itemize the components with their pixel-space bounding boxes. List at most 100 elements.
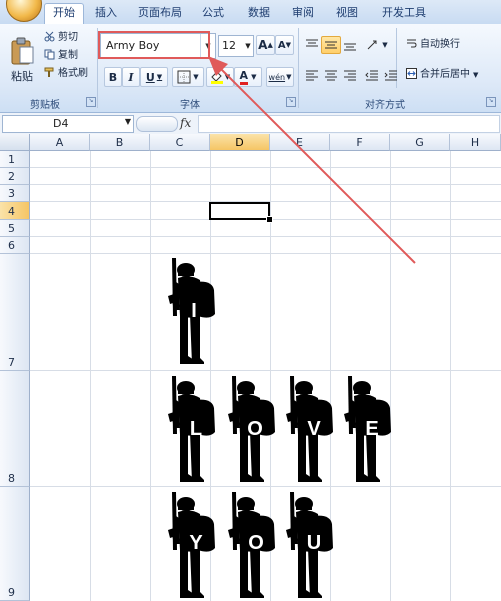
font-name-highlight — [98, 31, 210, 59]
tab-formulas[interactable]: 公式 — [198, 4, 228, 24]
column-header-d[interactable]: D — [210, 134, 270, 151]
art-letter: Y — [189, 532, 203, 554]
column-header-a[interactable]: A — [30, 134, 90, 151]
align-right-button[interactable] — [340, 66, 360, 84]
row-number: 3 — [8, 187, 15, 200]
text-orientation-icon — [367, 40, 377, 50]
row-header-7[interactable]: 7 — [0, 254, 30, 371]
tab-developer[interactable]: 开发工具 — [378, 4, 430, 24]
grow-font-button[interactable]: A ▲ — [256, 35, 275, 55]
name-box-value: D4 — [53, 117, 69, 130]
paint-bucket-icon — [210, 71, 223, 84]
font-color-button[interactable]: A ▼ — [234, 67, 262, 87]
formula-bar-expander[interactable] — [136, 116, 178, 132]
select-all-corner[interactable] — [0, 134, 30, 151]
merge-center-button[interactable]: 合并后居中 ▼ — [406, 67, 478, 83]
gridline — [30, 167, 501, 168]
clipboard-launcher-icon[interactable]: ↘ — [86, 97, 96, 107]
orientation-button[interactable]: ▼ — [362, 36, 392, 54]
art-letter: O — [247, 418, 263, 440]
gridline — [30, 253, 501, 254]
row-number: 6 — [8, 239, 15, 252]
insert-function-icon[interactable]: fx — [180, 116, 191, 130]
font-launcher-icon[interactable]: ↘ — [286, 97, 296, 107]
align-center-button[interactable] — [321, 66, 341, 84]
italic-button[interactable]: I — [122, 67, 140, 87]
row-header-6[interactable]: 6 — [0, 237, 30, 254]
chevron-down-icon[interactable]: ▼ — [125, 117, 131, 126]
tab-home[interactable]: 开始 — [44, 3, 84, 25]
format-painter-button[interactable]: 格式刷 — [44, 66, 88, 82]
cut-button[interactable]: 剪切 — [44, 30, 78, 46]
wrap-text-button[interactable]: 自动换行 — [406, 37, 460, 53]
row-number: 2 — [8, 170, 15, 183]
underline-icon: U — [145, 70, 155, 84]
paste-button[interactable]: 粘贴 — [6, 28, 38, 92]
tab-view[interactable]: 视图 — [332, 4, 362, 24]
row-number: 8 — [8, 472, 15, 485]
tab-page-layout[interactable]: 页面布局 — [134, 4, 186, 24]
merge-center-label: 合并后居中 — [420, 69, 470, 80]
row-number: 4 — [8, 205, 15, 218]
decrease-indent-button[interactable] — [362, 66, 382, 84]
italic-icon: I — [128, 70, 134, 84]
chevron-down-icon[interactable]: ▼ — [243, 36, 253, 56]
row-header-9[interactable]: 9 — [0, 487, 30, 601]
art-letter: U — [306, 532, 322, 554]
column-header-h[interactable]: H — [450, 134, 501, 151]
formula-bar: D4 ▼ fx — [0, 113, 501, 135]
align-left-button[interactable] — [302, 66, 322, 84]
gridline — [30, 236, 501, 237]
gridline — [30, 370, 501, 371]
column-header-e[interactable]: E — [270, 134, 330, 151]
align-bottom-icon — [344, 43, 356, 51]
cut-label: 剪切 — [58, 32, 78, 43]
underline-button[interactable]: U ▼ — [140, 67, 168, 87]
increase-indent-button[interactable] — [381, 66, 401, 84]
office-button[interactable] — [6, 0, 42, 22]
copy-button[interactable]: 复制 — [44, 48, 78, 64]
fill-color-button[interactable]: ▼ — [206, 67, 234, 87]
art-letter: O — [248, 532, 264, 554]
tab-insert[interactable]: 插入 — [90, 4, 122, 24]
align-center-icon — [325, 70, 337, 81]
wrap-text-icon — [407, 39, 417, 48]
grow-font-icon: A — [258, 38, 268, 52]
gridline — [30, 486, 501, 487]
align-middle-button[interactable] — [321, 36, 341, 54]
shrink-font-button[interactable]: A ▼ — [275, 35, 294, 55]
wrap-text-label: 自动换行 — [420, 39, 460, 50]
art-letter: E — [365, 418, 379, 440]
name-box[interactable]: D4 ▼ — [2, 115, 134, 133]
column-header-f[interactable]: F — [330, 134, 390, 151]
row-header-4[interactable]: 4 — [0, 202, 30, 220]
formula-input[interactable] — [198, 115, 500, 133]
fill-handle[interactable] — [266, 216, 273, 223]
row-header-8[interactable]: 8 — [0, 371, 30, 487]
row-header-3[interactable]: 3 — [0, 185, 30, 202]
borders-button[interactable]: ▼ — [172, 67, 204, 87]
column-header-c[interactable]: C — [150, 134, 210, 151]
format-painter-label: 格式刷 — [58, 68, 88, 79]
paste-label: 粘贴 — [11, 70, 33, 83]
column-header-b[interactable]: B — [90, 134, 150, 151]
align-bottom-button[interactable] — [340, 36, 360, 54]
row-number: 1 — [8, 153, 15, 166]
column-header-g[interactable]: G — [390, 134, 450, 151]
row-header-2[interactable]: 2 — [0, 168, 30, 185]
active-cell-d4[interactable] — [209, 202, 270, 220]
row-header-5[interactable]: 5 — [0, 220, 30, 237]
font-size-box[interactable]: 12 ▼ — [218, 35, 254, 57]
ribbon: 粘贴 剪切 复制 格式刷 剪贴板 ↘ Army Boy ▼ 12 ▼ A ▲ A ▼… — [0, 24, 501, 113]
tab-review[interactable]: 审阅 — [288, 4, 318, 24]
art-letter: V — [307, 418, 321, 440]
phonetic-button[interactable]: wén ▼ — [266, 67, 294, 87]
align-top-button[interactable] — [302, 36, 322, 54]
bold-button[interactable]: B — [104, 67, 122, 87]
group-separator — [298, 28, 299, 108]
tab-data[interactable]: 数据 — [244, 4, 274, 24]
scissors-icon — [44, 31, 55, 42]
shrink-font-icon: A — [277, 39, 286, 51]
alignment-launcher-icon[interactable]: ↘ — [486, 97, 496, 107]
row-header-1[interactable]: 1 — [0, 151, 30, 168]
